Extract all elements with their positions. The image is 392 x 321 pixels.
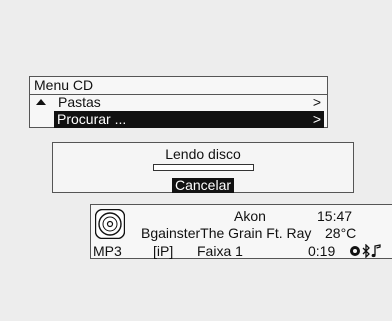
clock: 15:47 <box>317 208 353 224</box>
track-title: BgainsterThe Grain Ft. Ray <box>141 225 312 241</box>
menu-item-label: Pastas <box>58 94 101 110</box>
artist-name: Akon <box>234 208 266 224</box>
submenu-arrow-icon: > <box>312 111 321 127</box>
dialog-title: Lendo disco <box>165 146 241 162</box>
menu-item-pastas[interactable]: Pastas > <box>30 94 327 111</box>
menu-title: Menu CD <box>34 77 94 93</box>
submenu-arrow-icon: > <box>312 94 321 110</box>
source-label: [iP] <box>153 243 174 259</box>
loading-dialog: Lendo disco Cancelar <box>52 142 354 193</box>
elapsed-time: 0:19 <box>308 243 336 259</box>
format-label: MP3 <box>93 243 122 259</box>
cancel-button[interactable]: Cancelar <box>172 178 234 193</box>
scroll-up-icon <box>36 99 46 105</box>
music-note-icon <box>371 244 381 258</box>
bluetooth-icon <box>362 244 370 258</box>
track-number: Faixa 1 <box>197 243 243 259</box>
disc-icon <box>95 209 125 239</box>
temperature: 28°C <box>325 225 357 241</box>
progress-bar <box>153 164 254 171</box>
now-playing-status: Akon BgainsterThe Grain Ft. Ray MP3 [iP]… <box>90 204 392 259</box>
record-icon <box>350 246 360 256</box>
menu-item-procurar[interactable]: Procurar ... > <box>54 111 324 128</box>
status-icons <box>350 244 381 258</box>
cd-menu: Menu CD Pastas > Procurar ... > <box>29 76 328 128</box>
menu-item-label: Procurar ... <box>57 111 127 127</box>
